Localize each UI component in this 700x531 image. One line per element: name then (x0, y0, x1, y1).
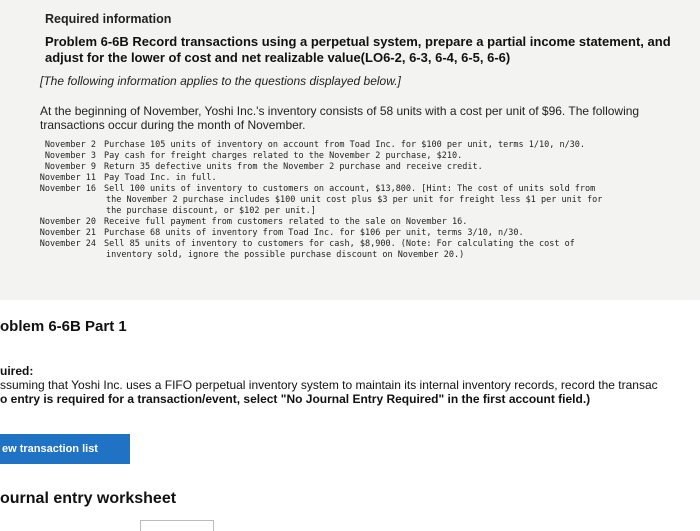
transaction-description: Return 35 defective units from the Novem… (104, 162, 483, 172)
transaction-date: November 24 (39, 239, 96, 249)
transaction-date: November 20 (39, 217, 96, 227)
problem-title: Problem 6-6B Record transactions using a… (45, 34, 671, 65)
requirement-line-2: o entry is required for a transaction/ev… (0, 392, 591, 406)
transaction-row: November 3 Pay cash for freight charges r… (22, 151, 698, 162)
intro-paragraph: At the beginning of November, Yoshi Inc.… (40, 104, 640, 132)
transaction-row: November 16 Sell 100 units of inventory t… (22, 184, 698, 195)
transaction-description: Receive full payment from customers rela… (104, 217, 468, 227)
requirement-line-1: ssuming that Yoshi Inc. uses a FIFO perp… (0, 378, 658, 392)
transaction-date: November 21 (39, 228, 96, 238)
transaction-date: November 3 (44, 151, 96, 161)
transaction-description-continued: inventory sold, ignore the possible purc… (106, 250, 465, 260)
required-label: uired: (0, 364, 34, 378)
transaction-date: November 2 (44, 140, 96, 150)
transaction-row: November 21 Purchase 68 units of inventor… (22, 228, 698, 239)
transaction-description: Sell 85 units of inventory to customers … (104, 239, 575, 249)
transaction-description-continued: the November 2 purchase includes $100 un… (106, 195, 603, 205)
transaction-description: Pay Toad Inc. in full. (104, 173, 217, 183)
transaction-row: November 24 Sell 85 units of inventory to… (22, 239, 698, 250)
requirement-text: ssuming that Yoshi Inc. uses a FIFO perp… (0, 378, 700, 406)
journal-entry-worksheet-title: ournal entry worksheet (0, 490, 177, 507)
transaction-description: Purchase 105 units of inventory on accou… (104, 140, 586, 150)
transaction-row: November 2 Purchase 105 units of inventor… (22, 140, 698, 151)
transaction-date: November 11 (39, 173, 96, 183)
view-transaction-list-button[interactable]: ew transaction list (0, 434, 130, 464)
transaction-description: Purchase 68 units of inventory from Toad… (104, 228, 524, 238)
transaction-description-continued: the purchase discount, or $102 per unit.… (106, 206, 316, 216)
transaction-description: Pay cash for freight charges related to … (104, 151, 463, 161)
transaction-date: November 9 (44, 162, 96, 172)
transaction-row: November 11 Pay Toad Inc. in full. (22, 173, 698, 184)
transaction-description: Sell 100 units of inventory to customers… (104, 184, 596, 194)
transaction-date: November 16 (39, 184, 96, 194)
transaction-row: November 20 Receive full payment from cus… (22, 217, 698, 228)
required-information-heading: Required information (45, 12, 172, 26)
transaction-list: November 2 Purchase 105 units of inventor… (22, 140, 698, 261)
transaction-row: November 9 Return 35 defective units from… (22, 162, 698, 173)
info-note: [The following information applies to th… (40, 74, 401, 88)
problem-info-panel: Required information Problem 6-6B Record… (0, 0, 700, 300)
part-title: oblem 6-6B Part 1 (0, 318, 127, 335)
